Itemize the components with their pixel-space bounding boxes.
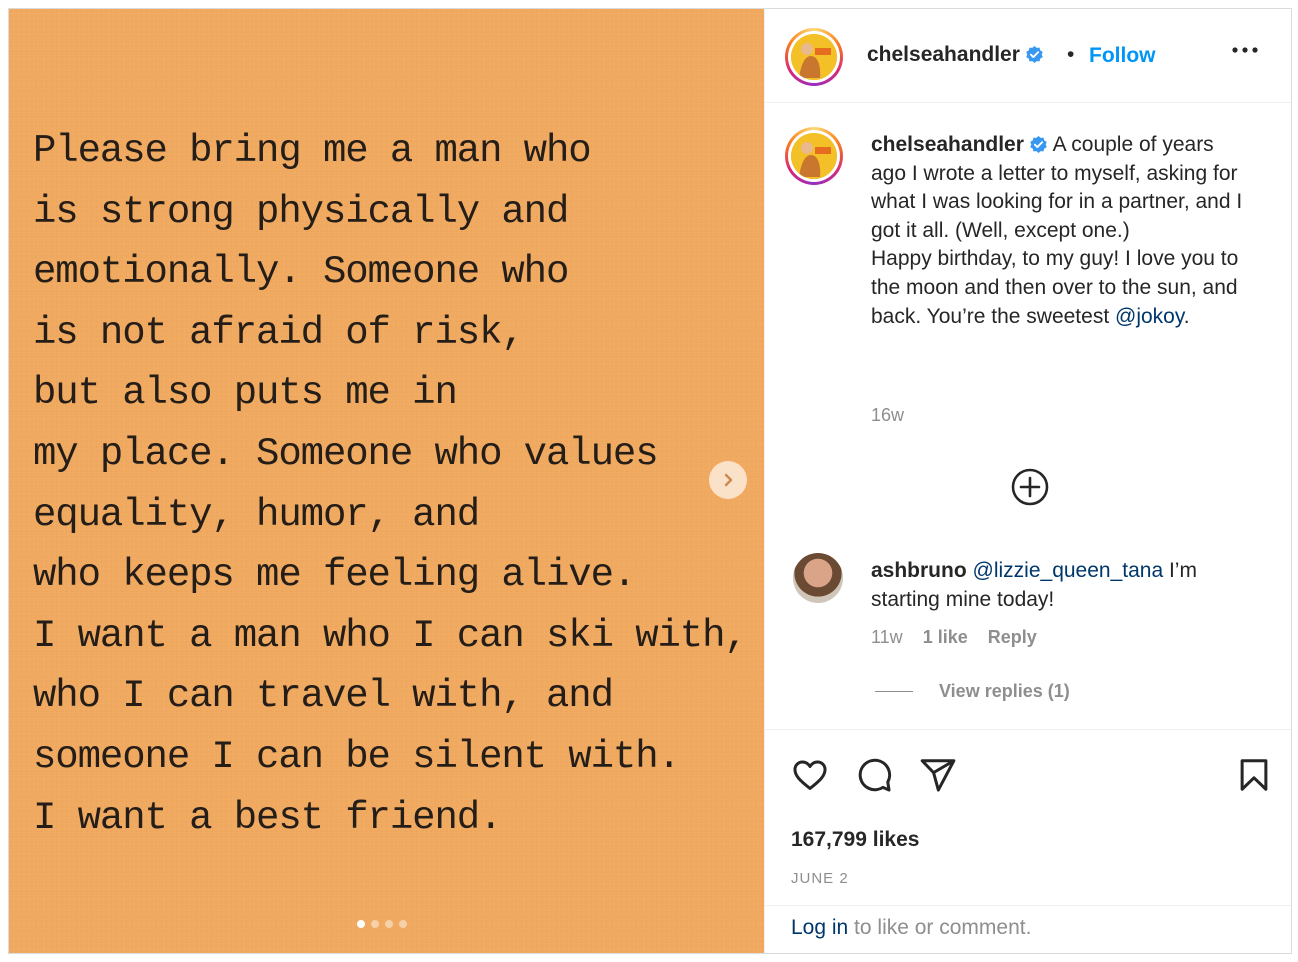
caption-end: . (1183, 304, 1190, 328)
comment: ashbruno @lizzie_queen_tana I’m starting… (871, 557, 1251, 614)
post-card: Please bring me a man who is strong physi… (8, 8, 1292, 954)
carousel-dot (399, 920, 407, 928)
verified-badge-icon (1026, 45, 1043, 64)
typed-line: I want a man who I can ski with, (33, 613, 748, 658)
load-more-comments-button[interactable] (1010, 467, 1050, 512)
post-image[interactable]: Please bring me a man who is strong physi… (9, 9, 764, 953)
login-link[interactable]: Log in (791, 916, 848, 939)
typed-line: who keeps me feeling alive. (33, 553, 636, 598)
avatar[interactable] (785, 28, 843, 86)
typed-line: but also puts me in (33, 371, 458, 416)
more-options-icon[interactable] (1231, 45, 1259, 55)
comment-username[interactable]: ashbruno (871, 559, 967, 582)
caption-timestamp[interactable]: 16w (871, 405, 904, 426)
next-slide-button[interactable] (709, 461, 747, 499)
replies-divider (875, 691, 913, 692)
post-actions: 167,799 likes JUNE 2 (765, 729, 1291, 905)
caption: chelseahandler A couple of years ago I w… (871, 131, 1251, 331)
chevron-right-icon (724, 473, 733, 487)
typed-line: is strong physically and (33, 189, 569, 234)
comment-mention[interactable]: @lizzie_queen_tana (973, 559, 1164, 582)
view-replies-button[interactable]: View replies (1) (875, 681, 1070, 702)
typed-line: my place. Someone who values (33, 431, 659, 476)
follow-button[interactable]: Follow (1089, 44, 1156, 68)
login-prompt-text: to like or comment. (848, 916, 1032, 939)
post-sidebar: chelseahandler • Follow chelseahandler A… (764, 9, 1291, 953)
reply-button[interactable]: Reply (988, 627, 1037, 648)
comment-icon[interactable] (855, 756, 893, 794)
heart-icon[interactable] (791, 756, 829, 794)
profile-picture-icon (791, 133, 837, 179)
caption-username[interactable]: chelseahandler (871, 133, 1048, 156)
comments-section: chelseahandler A couple of years ago I w… (765, 103, 1291, 729)
commenter-avatar[interactable] (793, 553, 843, 603)
header-username[interactable]: chelseahandler (867, 43, 1044, 67)
post-date[interactable]: JUNE 2 (791, 870, 849, 887)
carousel-dot (357, 920, 365, 928)
image-typed-text: Please bring me a man who is strong physi… (33, 121, 748, 848)
add-circle-icon (1011, 468, 1049, 506)
post-header: chelseahandler • Follow (765, 9, 1291, 103)
typed-line: is not afraid of risk, (33, 310, 525, 355)
header-separator: • (1067, 43, 1075, 66)
typed-line: equality, humor, and (33, 492, 480, 537)
bookmark-icon[interactable] (1235, 756, 1273, 794)
typed-line: I want a best friend. (33, 795, 502, 840)
comment-timestamp[interactable]: 11w (871, 627, 903, 648)
like-count[interactable]: 167,799 likes (791, 828, 919, 852)
login-prompt: Log in to like or comment. (765, 905, 1291, 953)
typed-line: emotionally. Someone who (33, 250, 569, 295)
caption-avatar[interactable] (785, 127, 843, 185)
view-replies-label: View replies (1) (939, 681, 1070, 701)
carousel-dot (385, 920, 393, 928)
typed-line: someone I can be silent with. (33, 734, 681, 779)
verified-badge-icon (1030, 135, 1047, 154)
typed-line: who I can travel with, and (33, 674, 614, 719)
profile-picture-icon (791, 34, 837, 80)
share-icon[interactable] (919, 756, 957, 794)
carousel-indicator (357, 920, 407, 928)
carousel-dot (371, 920, 379, 928)
comment-like-count[interactable]: 1 like (923, 627, 968, 648)
typed-line: Please bring me a man who (33, 129, 592, 173)
caption-mention[interactable]: @jokoy (1115, 305, 1184, 328)
comment-meta: 11w 1 like Reply (871, 627, 1037, 648)
